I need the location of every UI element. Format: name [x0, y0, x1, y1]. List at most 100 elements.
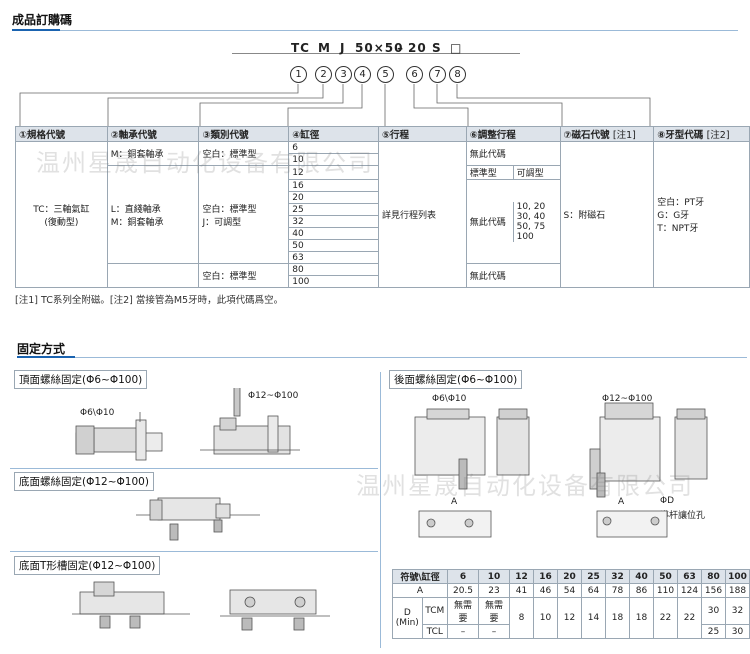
dims-tcl-100: 30 [725, 624, 750, 639]
cell-stroke: 詳見行程列表 [377, 141, 467, 288]
dims-d-20: 12 [557, 597, 582, 639]
dims-row-a-label: A [392, 583, 448, 598]
dims-header-label: 符號\缸徑 [392, 569, 448, 584]
dims-bore-40: 40 [629, 569, 654, 584]
cell-adjust-none3: 無此代碼 [465, 263, 561, 288]
header-type-code: ③類別代號 [198, 126, 290, 142]
dims-table: 符號\缸徑 6 10 12 16 20 25 32 40 50 63 80 10… [392, 569, 750, 639]
cell-adjust-header-pair: 標準型 可調型 [465, 165, 561, 180]
dims-bore-6: 6 [447, 569, 479, 584]
cell-bore-80: 80 [288, 263, 379, 276]
dims-d-63: 22 [677, 597, 702, 639]
dims-bore-63: 63 [677, 569, 702, 584]
dims-bore-100: 100 [725, 569, 750, 584]
cell-adjust-standard: 標準型 [467, 166, 514, 179]
cell-type-row-2: 空白：標準型 J：可調型 [198, 165, 290, 264]
cell-bearing-bottom [106, 263, 200, 288]
dims-row-d-label: D (Min) [392, 597, 423, 639]
cell-bore-40: 40 [288, 227, 379, 240]
dims-tcm-80: 30 [701, 597, 726, 625]
dims-d-40: 18 [629, 597, 654, 639]
dims-tcm-10: 無需要 [478, 597, 510, 625]
dims-a-100: 188 [725, 583, 750, 598]
dims-tcl-80: 25 [701, 624, 726, 639]
dims-bore-12: 12 [509, 569, 534, 584]
code-circle-2: 2 [315, 66, 332, 83]
section-rule-thin-2 [75, 357, 747, 358]
dims-a-63: 124 [677, 583, 702, 598]
dims-a-20: 54 [557, 583, 582, 598]
dims-tcl-label: TCL [421, 624, 449, 639]
code-circle-8: 8 [449, 66, 466, 83]
panel-title-top-screw: 頂面螺絲固定(Φ6~Φ100) [14, 370, 148, 389]
spec-table: ①規格代號 ②軸承代號 ③類別代號 ④缸徑 ⑤行程 ⑥調整行程 ⑦磁石代號 [注… [15, 126, 750, 288]
dims-d-16: 10 [533, 597, 558, 639]
panel-title-rear-screw: 後面螺絲固定(Φ6~Φ100) [389, 370, 523, 389]
drawing-top-screw [75, 388, 300, 461]
dims-bore-10: 10 [478, 569, 510, 584]
dims-bore-25: 25 [581, 569, 606, 584]
code-circle-6: 6 [406, 66, 423, 83]
dims-tcm-100: 32 [725, 597, 750, 625]
cell-adjust-values: 無此代碼 10, 20 30, 40 50, 75 100 [465, 179, 561, 264]
drawing-t-slot [72, 581, 330, 631]
dims-a-16: 46 [533, 583, 558, 598]
cell-adjust-adjustable: 可調型 [516, 169, 544, 179]
cell-bearing-main: L：直綫軸承 M：銅套軸承 [106, 165, 200, 264]
dims-a-12: 41 [509, 583, 534, 598]
spec-note: [注1] TC系列全附磁。[注2] 當接管為M5牙時，此項代碼爲空。 [15, 295, 284, 306]
dims-a-25: 64 [581, 583, 606, 598]
code-circle-1: 1 [290, 66, 307, 83]
header-stroke: ⑤行程 [377, 126, 467, 142]
section-rule-2 [17, 356, 75, 358]
header-thread-code: ⑧牙型代碼 [注2] [653, 126, 750, 142]
dims-tcl-6: – [447, 624, 479, 639]
dims-d-50: 22 [653, 597, 678, 639]
cell-bore-20: 20 [288, 191, 379, 204]
header-spec-code: ①規格代號 [15, 126, 108, 142]
cell-type-row-3: 空白：標準型 [198, 263, 290, 288]
cell-bore-10: 10 [288, 153, 379, 166]
cell-adjust-list: 10, 20 30, 40 50, 75 100 [516, 201, 546, 242]
header-bore: ④缸徑 [288, 126, 379, 142]
code-circle-4: 4 [354, 66, 371, 83]
cell-bore-50: 50 [288, 239, 379, 252]
section-title-mounting: 固定方式 [17, 342, 66, 356]
code-circle-3: 3 [335, 66, 352, 83]
cell-bore-12: 12 [288, 165, 379, 180]
left-divider-2 [10, 551, 378, 552]
dims-a-80: 156 [701, 583, 726, 598]
drawing-rear-screw [414, 402, 708, 538]
header-adjust-stroke: ⑥調整行程 [465, 126, 561, 142]
dims-a-10: 23 [478, 583, 510, 598]
dims-bore-50: 50 [653, 569, 678, 584]
dims-tcl-10: – [478, 624, 510, 639]
dims-bore-16: 16 [533, 569, 558, 584]
cell-adjust-none: 無此代碼 [465, 141, 561, 166]
header-bearing-code: ②軸承代號 [106, 126, 200, 142]
dims-bore-20: 20 [557, 569, 582, 584]
drawing-bottom-screw [136, 497, 260, 541]
dims-bore-80: 80 [701, 569, 726, 584]
dims-a-50: 110 [653, 583, 678, 598]
dims-d-32: 18 [605, 597, 630, 639]
cell-thread: 空白：PT牙 G：G牙 T：NPT牙 [653, 141, 750, 288]
cell-bore-32: 32 [288, 215, 379, 228]
cell-bearing-top: M：銅套軸承 [106, 141, 200, 166]
cell-spec-code: TC：三軸氣缸 (復動型) [15, 141, 108, 288]
leader-lines [19, 84, 651, 126]
cell-bore-16: 16 [288, 179, 379, 192]
header-magnet-code: ⑦磁石代號 [注1] [559, 126, 655, 142]
dims-a-32: 78 [605, 583, 630, 598]
cell-bore-100: 100 [288, 275, 379, 288]
cell-bore-63: 63 [288, 251, 379, 264]
dims-d-12: 8 [509, 597, 534, 639]
dims-tcm-6: 無需要 [447, 597, 479, 625]
code-circle-5: 5 [377, 66, 394, 83]
dims-a-6: 20.5 [447, 583, 479, 598]
dims-d-25: 14 [581, 597, 606, 639]
cell-bore-6: 6 [288, 141, 379, 154]
code-circle-7: 7 [429, 66, 446, 83]
dims-bore-32: 32 [605, 569, 630, 584]
dims-tcm-label: TCM [421, 597, 449, 625]
